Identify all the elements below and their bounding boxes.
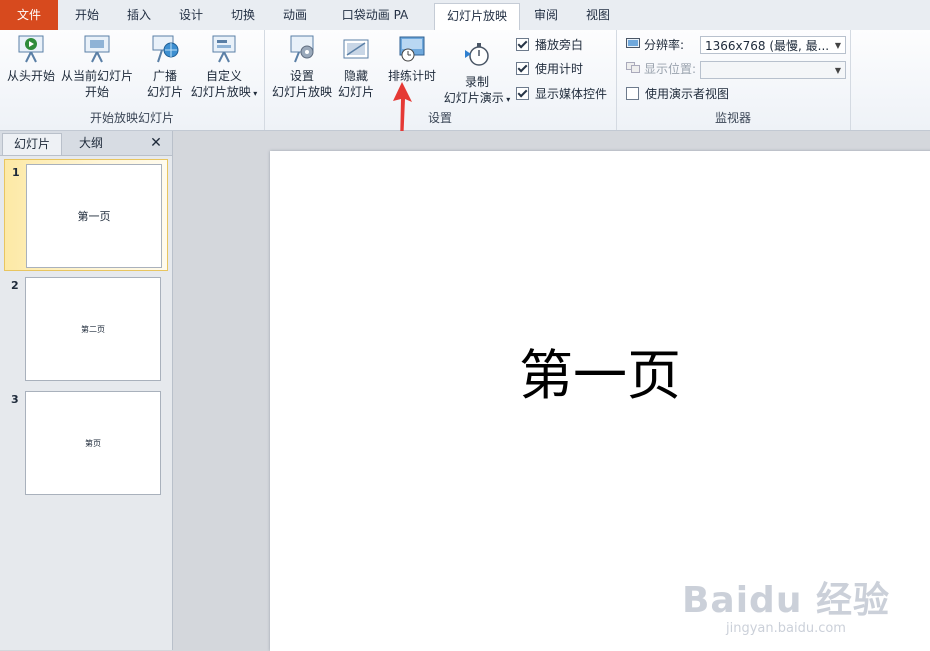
tab-pocket-animation[interactable]: 口袋动画 PA [330, 3, 420, 29]
tab-insert[interactable]: 插入 [114, 3, 164, 29]
show-media-label: 显示媒体控件 [535, 87, 608, 101]
close-icon[interactable]: ✕ [146, 133, 166, 154]
setup-gear-icon [290, 35, 314, 63]
hide-label-1: 隐藏 [343, 69, 368, 83]
tab-view[interactable]: 视图 [574, 3, 622, 29]
display-on-label-wrap: 显示位置: [626, 60, 696, 78]
slide-number: 3 [11, 393, 19, 406]
group-setup: 设置 幻灯片放映 隐藏 幻灯片 排练计时 录制 幻灯片演示 ▾ 播放旁白 使用计… [264, 30, 617, 130]
tab-animations[interactable]: 动画 [270, 3, 320, 29]
tab-slides[interactable]: 幻灯片 [2, 133, 62, 155]
tab-file[interactable]: 文件 [0, 0, 58, 30]
watermark-line1: Baidu 经验 [681, 580, 890, 621]
record-label-1: 录制 [464, 75, 489, 89]
hide-slide-button[interactable]: 隐藏 幻灯片 [334, 32, 378, 100]
presenter-view-checkbox[interactable]: 使用演示者视图 [626, 85, 729, 103]
group-setup-label: 设置 [427, 111, 452, 125]
slide-thumbnail-3[interactable]: 3 第页 [4, 387, 166, 497]
display-on-select[interactable]: ▼ [700, 61, 846, 79]
play-narrations-checkbox[interactable]: 播放旁白 [516, 36, 583, 54]
tab-review[interactable]: 审阅 [522, 3, 570, 29]
checkbox-unchecked-icon [626, 87, 639, 100]
from-beginning-label: 从头开始 [6, 69, 55, 83]
slide-editor-area: 第一页 Baidu 经验 jingyan.baidu.com [173, 131, 930, 651]
slide-thumbnail-1[interactable]: 1 第一页 [4, 159, 168, 271]
group-start-slideshow: 从头开始 从当前幻灯片 开始 广播 幻灯片 自定义 幻灯片放映 ▾ 开始放映幻灯… [0, 30, 265, 130]
slide-thumb-text: 第一页 [77, 210, 111, 223]
record-stopwatch-icon [465, 43, 489, 66]
slide-number: 2 [11, 279, 19, 292]
record-slideshow-button[interactable]: 录制 幻灯片演示 ▾ [440, 38, 514, 108]
checkbox-checked-icon [516, 62, 529, 75]
from-current-button[interactable]: 从当前幻灯片 开始 [60, 32, 134, 100]
projector-screen-icon [84, 35, 110, 63]
group-start-label: 开始放映幻灯片 [89, 111, 174, 125]
from-beginning-button[interactable]: 从头开始 [2, 32, 60, 84]
tab-slideshow[interactable]: 幻灯片放映 [434, 3, 520, 32]
ribbon-tab-bar: 文件 开始 插入 设计 切换 动画 口袋动画 PA 幻灯片放映 审阅 视图 [0, 0, 930, 32]
setup-label-2: 幻灯片放映 [271, 85, 332, 99]
use-timings-label: 使用计时 [535, 62, 584, 76]
display-on-label: 显示位置: [644, 62, 697, 76]
checkbox-checked-icon [516, 87, 529, 100]
setup-slideshow-button[interactable]: 设置 幻灯片放映 [270, 32, 334, 100]
watermark-line2: jingyan.baidu.com [726, 621, 846, 636]
tab-transitions[interactable]: 切换 [218, 3, 268, 29]
group-monitors-label: 监视器 [714, 111, 751, 125]
checkbox-checked-icon [516, 38, 529, 51]
broadcast-label-1: 广播 [152, 69, 177, 83]
slide-thumb-canvas: 第页 [25, 391, 161, 495]
tab-outline[interactable]: 大纲 [62, 133, 120, 154]
chevron-down-icon: ▾ [503, 95, 511, 104]
slides-panel: 幻灯片 大纲 ✕ 1 第一页 2 第二页 3 第页 [0, 131, 173, 650]
use-timings-checkbox[interactable]: 使用计时 [516, 60, 583, 78]
play-narrations-label: 播放旁白 [535, 38, 584, 52]
from-current-label-2: 开始 [84, 85, 109, 99]
setup-label-1: 设置 [289, 69, 314, 83]
slide-thumb-canvas: 第一页 [26, 164, 162, 268]
slide-number: 1 [12, 166, 20, 179]
slide-thumbnail-2[interactable]: 2 第二页 [4, 273, 166, 383]
resolution-label: 分辨率: [644, 38, 685, 52]
from-current-label-1: 从当前幻灯片 [60, 69, 133, 83]
chevron-down-icon: ▾ [250, 89, 258, 98]
resolution-select[interactable]: 1366x768 (最慢, 最... ▼ [700, 36, 846, 54]
monitor-icon [626, 38, 640, 48]
tab-home[interactable]: 开始 [62, 3, 112, 29]
ribbon: 从头开始 从当前幻灯片 开始 广播 幻灯片 自定义 幻灯片放映 ▾ 开始放映幻灯… [0, 30, 930, 131]
broadcast-button[interactable]: 广播 幻灯片 [140, 32, 190, 100]
custom-slideshow-button[interactable]: 自定义 幻灯片放映 ▾ [188, 32, 260, 102]
slide-thumb-text: 第页 [85, 438, 101, 448]
group-monitors: 分辨率: 1366x768 (最慢, 最... ▼ 显示位置: ▼ 使用演示者视图… [616, 30, 851, 130]
projector-play-icon [18, 35, 44, 63]
slide-thumb-canvas: 第二页 [25, 277, 161, 381]
hide-label-2: 幻灯片 [337, 85, 374, 99]
record-label-2: 幻灯片演示 [443, 91, 504, 105]
hide-slide-icon [343, 39, 369, 59]
resolution-label-wrap: 分辨率: [626, 36, 684, 54]
slide-thumb-text: 第二页 [81, 324, 105, 334]
broadcast-label-2: 幻灯片 [146, 85, 183, 99]
rehearse-clock-icon [399, 36, 425, 62]
chevron-down-icon: ▼ [834, 66, 841, 75]
monitor-pair-icon [626, 62, 640, 73]
tab-design[interactable]: 设计 [166, 3, 216, 29]
resolution-value: 1366x768 (最慢, 最... [705, 39, 830, 53]
custom-label-1: 自定义 [205, 69, 242, 83]
broadcast-globe-icon [152, 35, 179, 63]
presenter-view-label: 使用演示者视图 [645, 87, 730, 101]
custom-label-2: 幻灯片放映 [190, 85, 251, 99]
rehearse-timings-button[interactable]: 排练计时 [384, 32, 440, 84]
chevron-down-icon: ▼ [834, 41, 841, 50]
custom-slides-icon [212, 35, 236, 63]
slide-title[interactable]: 第一页 [270, 331, 930, 410]
watermark: Baidu 经验 jingyan.baidu.com [682, 571, 890, 636]
panel-tabs: 幻灯片 大纲 ✕ [0, 131, 172, 156]
show-media-controls-checkbox[interactable]: 显示媒体控件 [516, 85, 607, 103]
